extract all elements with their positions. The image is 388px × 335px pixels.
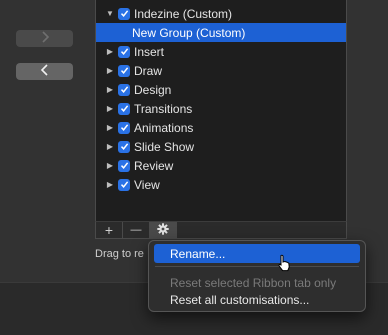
checkmark-icon — [120, 10, 128, 17]
list-item[interactable]: ▶ Design — [96, 80, 346, 99]
checkmark-icon — [120, 162, 128, 169]
checkbox-checked[interactable] — [118, 64, 130, 77]
checkmark-icon — [120, 143, 128, 150]
list-item-label: New Group (Custom) — [132, 25, 246, 40]
chevron-left-icon — [40, 63, 50, 81]
list-item-label: Animations — [134, 120, 194, 135]
list-toolbar: + — — [95, 221, 347, 239]
disclosure-triangle-down-icon[interactable]: ▼ — [106, 9, 114, 18]
list-item-label: Transitions — [134, 101, 193, 116]
menu-item-label: Reset selected Ribbon tab only — [170, 275, 337, 290]
checkmark-icon — [120, 181, 128, 188]
list-item-label: View — [134, 177, 160, 192]
list-item-label: Slide Show — [134, 139, 195, 154]
list-item-label: Design — [134, 82, 172, 97]
checkbox-checked[interactable] — [118, 45, 130, 58]
actions-menu-button[interactable] — [150, 222, 176, 238]
disclosure-triangle-right-icon[interactable]: ▶ — [106, 47, 114, 56]
plus-icon: + — [104, 222, 114, 238]
list-item-label: Review — [134, 158, 174, 173]
checkbox-checked[interactable] — [118, 7, 130, 20]
list-item-selected[interactable]: New Group (Custom) — [96, 23, 346, 42]
checkmark-icon — [120, 86, 128, 93]
disclosure-triangle-right-icon[interactable]: ▶ — [106, 142, 114, 151]
add-button[interactable]: + — [96, 222, 122, 238]
checkmark-icon — [120, 105, 128, 112]
move-left-button[interactable] — [16, 63, 73, 80]
list-item-label: Insert — [134, 44, 165, 59]
checkmark-icon — [120, 67, 128, 74]
checkbox-checked[interactable] — [118, 102, 130, 115]
list-item[interactable]: ▶ Animations — [96, 118, 346, 137]
minus-icon: — — [130, 224, 142, 236]
checkmark-icon — [120, 124, 128, 131]
list-item-label: Draw — [134, 63, 163, 78]
disclosure-triangle-right-icon[interactable]: ▶ — [106, 85, 114, 94]
menu-item-reset-all[interactable]: Reset all customisations... — [154, 290, 360, 309]
remove-button[interactable]: — — [123, 222, 149, 238]
list-item[interactable]: ▶ Insert — [96, 42, 346, 61]
context-menu: Rename... Reset selected Ribbon tab only… — [148, 240, 366, 312]
list-item[interactable]: ▶ Draw — [96, 61, 346, 80]
disclosure-triangle-right-icon[interactable]: ▶ — [106, 123, 114, 132]
disclosure-triangle-right-icon[interactable]: ▶ — [106, 104, 114, 113]
list-item[interactable]: ▶ Review — [96, 156, 346, 175]
menu-item-label: Rename... — [170, 246, 226, 261]
mouse-pointer-icon — [277, 254, 291, 277]
drag-hint-text: Drag to re — [95, 248, 144, 260]
checkbox-checked[interactable] — [118, 178, 130, 191]
divider — [176, 222, 177, 238]
gear-icon — [157, 222, 169, 238]
disclosure-triangle-right-icon[interactable]: ▶ — [106, 161, 114, 170]
menu-separator — [155, 266, 359, 267]
checkbox-checked[interactable] — [118, 140, 130, 153]
disclosure-triangle-right-icon[interactable]: ▶ — [106, 66, 114, 75]
checkbox-checked[interactable] — [118, 121, 130, 134]
checkmark-icon — [120, 48, 128, 55]
list-item[interactable]: ▶ Slide Show — [96, 137, 346, 156]
checkbox-checked[interactable] — [118, 159, 130, 172]
checkbox-checked[interactable] — [118, 83, 130, 96]
chevron-right-icon — [40, 30, 50, 48]
ribbon-tab-list: ▼ Indezine (Custom) New Group (Custom) ▶… — [95, 0, 347, 222]
list-item[interactable]: ▶ View — [96, 175, 346, 194]
list-item[interactable]: ▶ Transitions — [96, 99, 346, 118]
move-right-button[interactable] — [16, 30, 73, 47]
menu-item-rename[interactable]: Rename... — [154, 244, 360, 263]
disclosure-triangle-right-icon[interactable]: ▶ — [106, 180, 114, 189]
list-item-label: Indezine (Custom) — [134, 6, 233, 21]
menu-item-label: Reset all customisations... — [170, 292, 310, 307]
list-item[interactable]: ▼ Indezine (Custom) — [96, 4, 346, 23]
